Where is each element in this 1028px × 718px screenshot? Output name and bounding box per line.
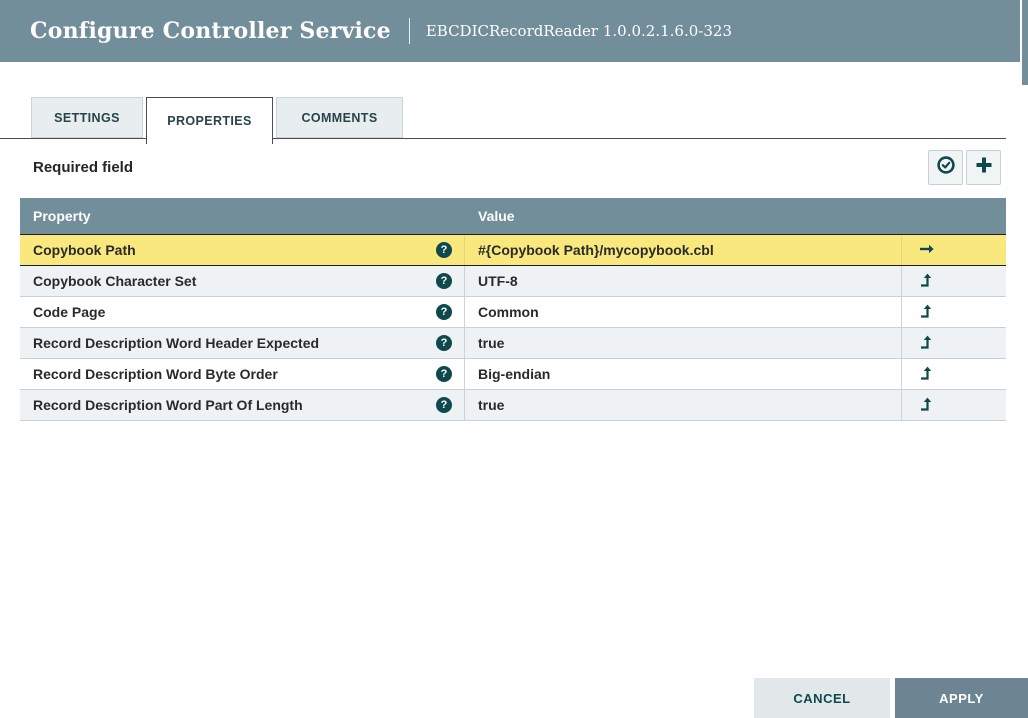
properties-action-row: Required field (0, 150, 1006, 185)
property-name: Record Description Word Header Expected (33, 335, 320, 351)
tab-properties-label: PROPERTIES (167, 114, 252, 128)
background-edge-top (1022, 0, 1028, 85)
properties-table: Property Value Copybook Path ? #{Copyboo… (20, 198, 1006, 421)
table-row[interactable]: Copybook Path ? #{Copybook Path}/mycopyb… (20, 234, 1006, 266)
level-up-arrow-icon[interactable] (918, 272, 934, 291)
background-edge-strip (1022, 0, 1028, 678)
add-property-button[interactable] (966, 150, 1001, 185)
tab-bar: SETTINGS PROPERTIES COMMENTS (0, 97, 1006, 144)
tab-properties[interactable]: PROPERTIES (146, 97, 273, 144)
table-row[interactable]: Record Description Word Header Expected … (20, 328, 1006, 359)
column-header-value: Value (478, 208, 515, 224)
apply-button-label: APPLY (939, 690, 984, 706)
dialog-header: Configure Controller Service EBCDICRecor… (0, 0, 1028, 62)
level-up-arrow-icon[interactable] (918, 365, 934, 384)
plus-icon (974, 155, 994, 180)
property-name: Copybook Path (33, 242, 136, 258)
level-up-arrow-icon[interactable] (918, 303, 934, 322)
property-name: Record Description Word Part Of Length (33, 397, 303, 413)
tab-settings-label: SETTINGS (54, 110, 120, 125)
dialog-title: Configure Controller Service (30, 18, 391, 44)
level-up-arrow-icon[interactable] (918, 396, 934, 415)
property-value[interactable]: Common (465, 297, 902, 327)
title-divider (408, 18, 410, 44)
configure-controller-service-dialog: Configure Controller Service EBCDICRecor… (0, 0, 1028, 718)
question-circle-icon[interactable]: ? (436, 366, 452, 382)
column-header-property: Property (33, 208, 91, 224)
check-circle-icon (936, 155, 956, 180)
question-circle-icon[interactable]: ? (436, 304, 452, 320)
property-name: Copybook Character Set (33, 273, 197, 289)
table-row[interactable]: Record Description Word Byte Order ? Big… (20, 359, 1006, 390)
dialog-edge-seam (1020, 0, 1022, 678)
question-circle-icon[interactable]: ? (436, 273, 452, 289)
tab-settings[interactable]: SETTINGS (31, 97, 143, 138)
property-value[interactable]: #{Copybook Path}/mycopybook.cbl (465, 235, 902, 265)
property-name: Record Description Word Byte Order (33, 366, 278, 382)
arrow-right-icon[interactable] (918, 242, 936, 259)
property-value[interactable]: true (465, 328, 902, 358)
question-circle-icon[interactable]: ? (436, 335, 452, 351)
cancel-button-label: CANCEL (793, 690, 851, 706)
verify-properties-button[interactable] (928, 150, 963, 185)
tab-comments-label: COMMENTS (301, 110, 378, 125)
property-name: Code Page (33, 304, 106, 320)
level-up-arrow-icon[interactable] (918, 334, 934, 353)
property-value[interactable]: true (465, 390, 902, 420)
table-row[interactable]: Record Description Word Part Of Length ?… (20, 390, 1006, 421)
question-circle-icon[interactable]: ? (436, 397, 452, 413)
tab-comments[interactable]: COMMENTS (276, 97, 403, 138)
apply-button[interactable]: APPLY (895, 678, 1028, 718)
table-row[interactable]: Copybook Character Set ? UTF-8 (20, 266, 1006, 297)
table-header-row: Property Value (20, 198, 1006, 234)
property-value[interactable]: UTF-8 (465, 266, 902, 296)
cancel-button[interactable]: CANCEL (754, 678, 890, 718)
required-field-label: Required field (33, 159, 134, 176)
question-circle-icon[interactable]: ? (436, 242, 452, 258)
property-value[interactable]: Big-endian (465, 359, 902, 389)
table-row[interactable]: Code Page ? Common (20, 297, 1006, 328)
dialog-subtitle: EBCDICRecordReader 1.0.0.2.1.6.0-323 (425, 22, 732, 40)
